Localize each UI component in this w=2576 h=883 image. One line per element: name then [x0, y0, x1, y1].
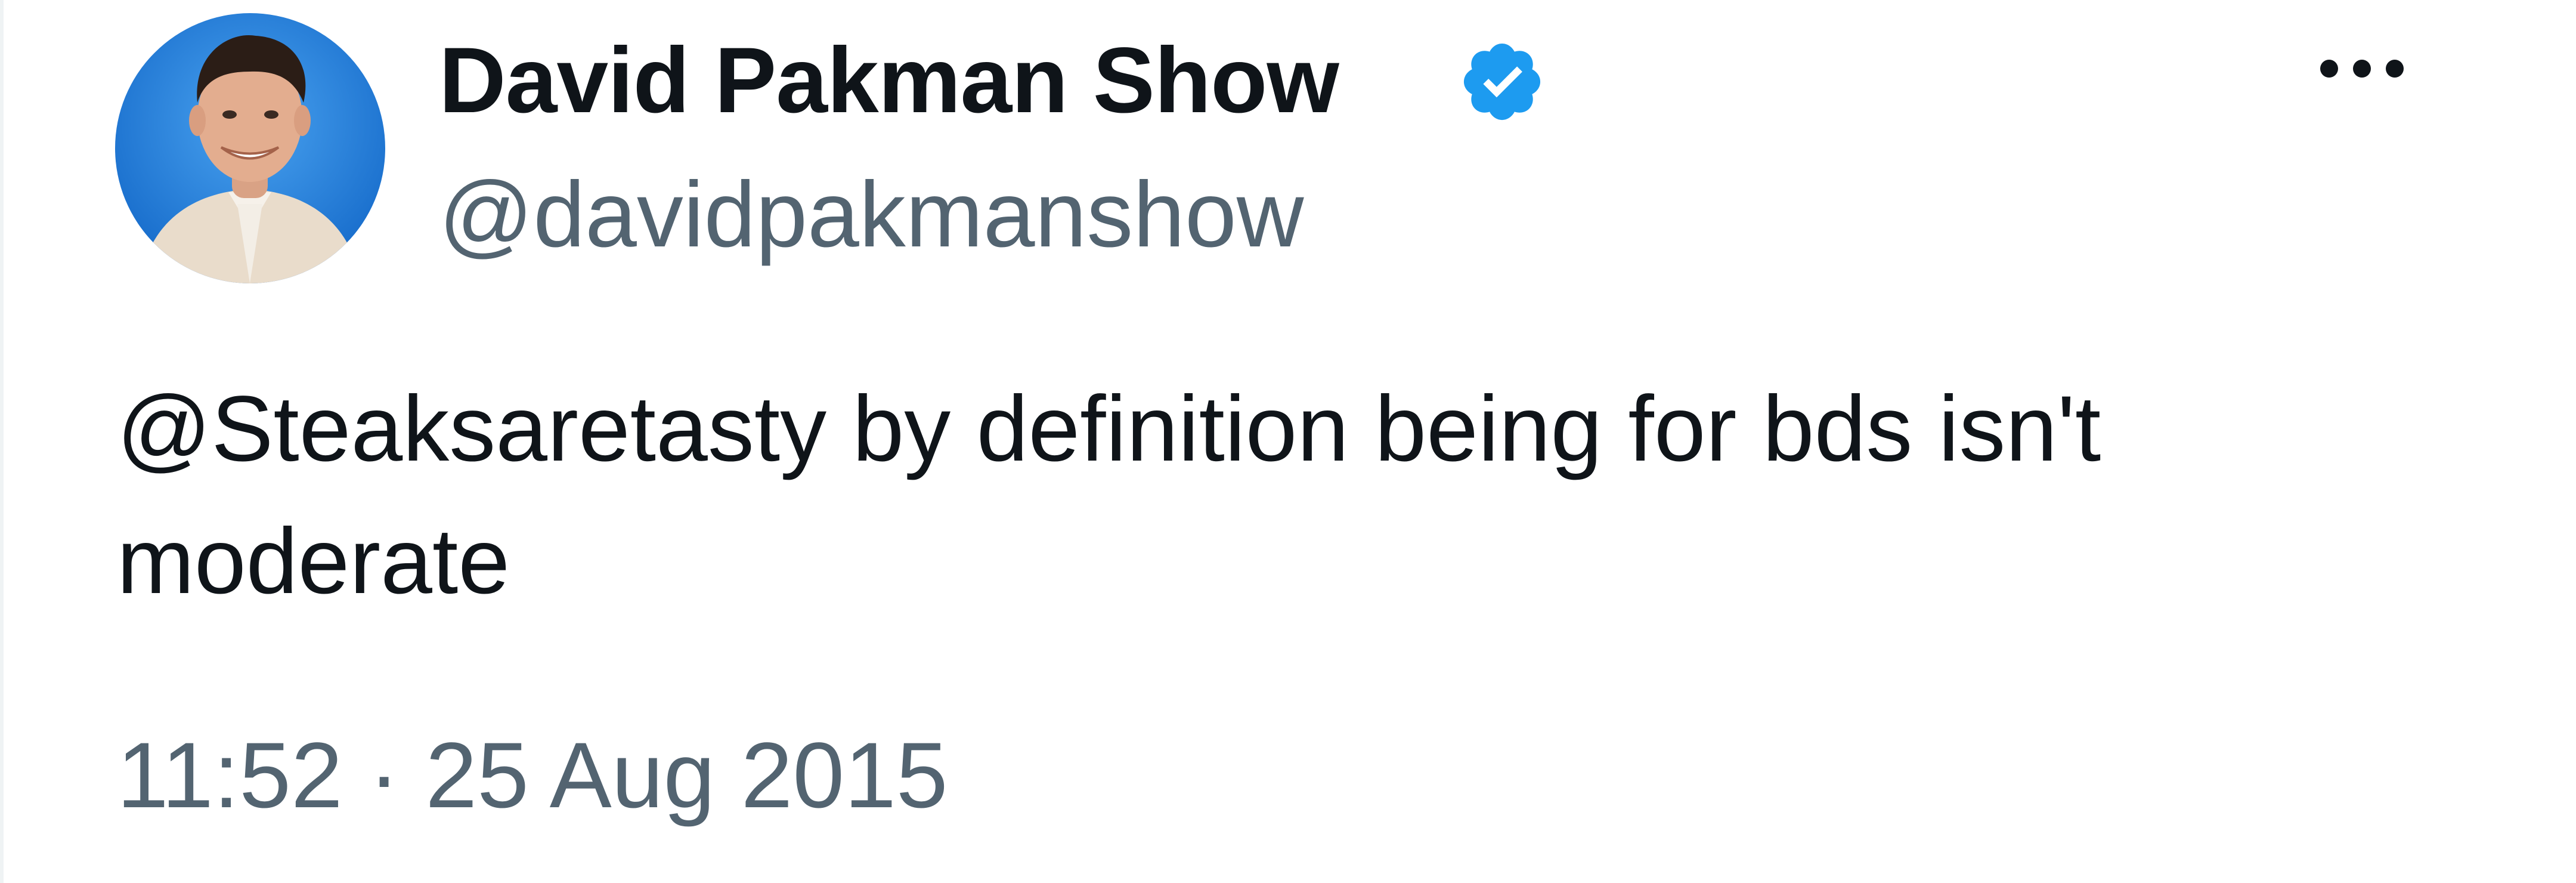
verified-badge-icon[interactable] — [1457, 37, 1547, 126]
tweet-text: @Steaksaretasty by definition being for … — [117, 363, 2442, 628]
more-options-icon[interactable] — [2305, 36, 2419, 101]
mention-link[interactable]: @Steaksaretasty — [117, 377, 826, 481]
author-handle[interactable]: @davidpakmanshow — [439, 161, 1304, 268]
author-display-name[interactable]: David Pakman Show — [439, 27, 1339, 134]
tweet-timestamp[interactable]: 11:52 · 25 Aug 2015 — [117, 722, 948, 829]
avatar[interactable] — [115, 13, 385, 283]
tweet-card: David Pakman Show @davidpakmanshow @Stea… — [0, 0, 2576, 883]
profile-photo — [115, 13, 385, 283]
